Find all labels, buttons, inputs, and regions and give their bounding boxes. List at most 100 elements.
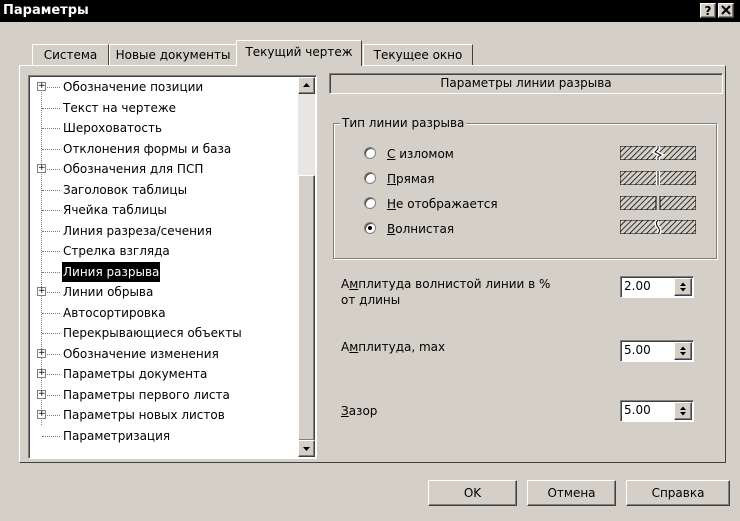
tree-item-label: Ячейка таблицы — [63, 203, 167, 217]
group-title: Тип линии разрыва — [340, 116, 467, 130]
tree-branch-line — [42, 107, 60, 109]
radio-circle[interactable] — [364, 197, 376, 209]
tree-item[interactable]: Перекрывающиеся объекты — [29, 323, 297, 343]
expand-plus-icon[interactable]: + — [37, 369, 46, 378]
tree-branch-line — [42, 333, 60, 334]
tab-current-window[interactable]: Текущее окно — [363, 44, 473, 65]
tree-item[interactable]: Отклонения формы и база — [29, 139, 297, 159]
tree-branch-line — [42, 251, 60, 252]
tree-branch-line — [42, 230, 60, 232]
radio-circle[interactable] — [364, 222, 376, 234]
tree-branch-line — [42, 210, 60, 211]
spin-arrows-icon — [680, 282, 686, 292]
tab-system[interactable]: Система — [32, 44, 109, 65]
spin-arrows-icon — [680, 406, 686, 416]
tree-item-label: Автосортировка — [63, 305, 166, 320]
help-title-button[interactable]: ? — [700, 3, 716, 18]
amplitude-spinner[interactable] — [674, 278, 692, 296]
settings-tree[interactable]: + Обозначение позиции Текст на чертеже Шеро… — [28, 75, 317, 459]
zigzag-break-preview-icon — [620, 146, 696, 160]
tree-branch-line — [42, 312, 60, 314]
window-title: Параметры — [3, 3, 89, 18]
title-bar: Параметры ? — [0, 0, 740, 22]
gap-label: Зазор — [341, 404, 378, 418]
tree-item-label: Параметры новых листов — [63, 408, 225, 422]
tree-item-label: Параметризация — [63, 428, 171, 443]
tree-item-label: Заголовок таблицы — [63, 182, 188, 197]
radio-zigzag[interactable]: С изломом — [364, 145, 564, 163]
hidden-break-preview-icon — [620, 196, 696, 210]
help-button[interactable]: Справка — [626, 480, 730, 506]
arrow-down-icon — [303, 447, 310, 451]
wavy-break-preview-icon — [620, 220, 696, 234]
spin-arrows-icon — [680, 346, 686, 356]
radio-circle[interactable] — [364, 172, 376, 184]
scroll-thumb[interactable] — [298, 175, 315, 441]
tree-branch-line — [42, 435, 60, 437]
break-line-type-group — [333, 123, 717, 259]
tree-item-label: Линия разреза/сечения — [63, 223, 212, 238]
tree-item[interactable]: Линия разрыва — [29, 261, 297, 282]
tree-item-label: Текст на чертеже — [63, 100, 177, 115]
ok-button[interactable]: OK — [428, 480, 517, 506]
cancel-button[interactable]: Отмена — [527, 480, 616, 506]
tree-item[interactable]: Заголовок таблицы — [29, 180, 297, 200]
amplitude-max-spinner[interactable] — [674, 342, 692, 360]
tree-item-label: Линия разрыва — [62, 261, 161, 282]
amplitude-max-input[interactable]: 5.00 — [620, 340, 694, 362]
tree-item[interactable]: + Параметры первого листа — [29, 385, 297, 405]
tree-item[interactable]: + Обозначение изменения — [29, 344, 297, 364]
tree-item[interactable]: Ячейка таблицы — [29, 200, 297, 220]
amplitude-label: Амплитуда волнистой линии в % от длины — [341, 277, 551, 307]
tree-item[interactable]: + Параметры новых листов — [29, 405, 297, 425]
tree-item[interactable]: Шероховатость — [29, 118, 297, 138]
expand-plus-icon[interactable]: + — [37, 410, 46, 419]
expand-plus-icon[interactable]: + — [37, 348, 46, 358]
tree-branch-line — [42, 128, 60, 129]
tree-item[interactable]: Параметризация — [29, 426, 297, 446]
tree-branch-line — [42, 271, 60, 273]
tree-item[interactable]: Линия разреза/сечения — [29, 221, 297, 241]
close-title-button[interactable] — [718, 3, 734, 18]
expand-plus-icon[interactable]: + — [37, 82, 46, 91]
tab-current-drawing[interactable]: Текущий чертеж — [236, 40, 362, 66]
tree-item-label: Отклонения формы и база — [63, 141, 232, 156]
tree-item-label: Шероховатость — [63, 121, 163, 135]
scroll-down-button[interactable] — [298, 440, 315, 457]
tree-item[interactable]: Текст на чертеже — [29, 98, 297, 118]
tree-scrollbar[interactable] — [298, 77, 315, 457]
radio-wavy[interactable]: Волнистая — [364, 220, 564, 238]
expand-plus-icon[interactable]: + — [37, 389, 46, 399]
tree-item[interactable]: + Параметры документа — [29, 364, 297, 384]
radio-circle[interactable] — [364, 147, 376, 159]
tree-item-label: Линии обрыва — [63, 285, 154, 299]
gap-input[interactable]: 5.00 — [620, 400, 694, 422]
tree-item-label: Параметры первого листа — [63, 387, 230, 402]
expand-plus-icon[interactable]: + — [37, 287, 46, 296]
tree-item-label: Стрелка взгляда — [63, 244, 170, 258]
gap-spinner[interactable] — [674, 402, 692, 420]
amplitude-max-label: Амплитуда, max — [341, 340, 446, 354]
close-icon — [721, 5, 731, 15]
tab-new-documents[interactable]: Новые документы — [109, 44, 237, 65]
tree-item-label: Параметры документа — [63, 367, 208, 381]
radio-label: Прямая — [387, 172, 435, 186]
radio-label: Волнистая — [387, 222, 455, 236]
tree-item[interactable]: + Обозначения для ПСП — [29, 159, 297, 179]
amplitude-input[interactable]: 2.00 — [620, 276, 694, 298]
straight-break-preview-icon — [620, 171, 696, 185]
arrow-up-icon — [303, 83, 310, 87]
tree-item-label: Обозначение позиции — [63, 80, 204, 94]
tree-item[interactable]: + Линии обрыва — [29, 282, 297, 302]
tree-item[interactable]: Стрелка взгляда — [29, 241, 297, 261]
tree-branch-line — [42, 148, 60, 150]
scroll-up-button[interactable] — [298, 77, 315, 94]
expand-plus-icon[interactable]: + — [37, 164, 46, 173]
radio-hidden[interactable]: Не отображается — [364, 195, 564, 213]
tree-item[interactable]: Автосортировка — [29, 303, 297, 323]
tree-item-label: Обозначения для ПСП — [63, 162, 204, 176]
tree-item[interactable]: + Обозначение позиции — [29, 77, 297, 97]
radio-straight[interactable]: Прямая — [364, 170, 564, 188]
radio-label: Не отображается — [387, 197, 498, 211]
tree-branch-line — [42, 189, 60, 191]
